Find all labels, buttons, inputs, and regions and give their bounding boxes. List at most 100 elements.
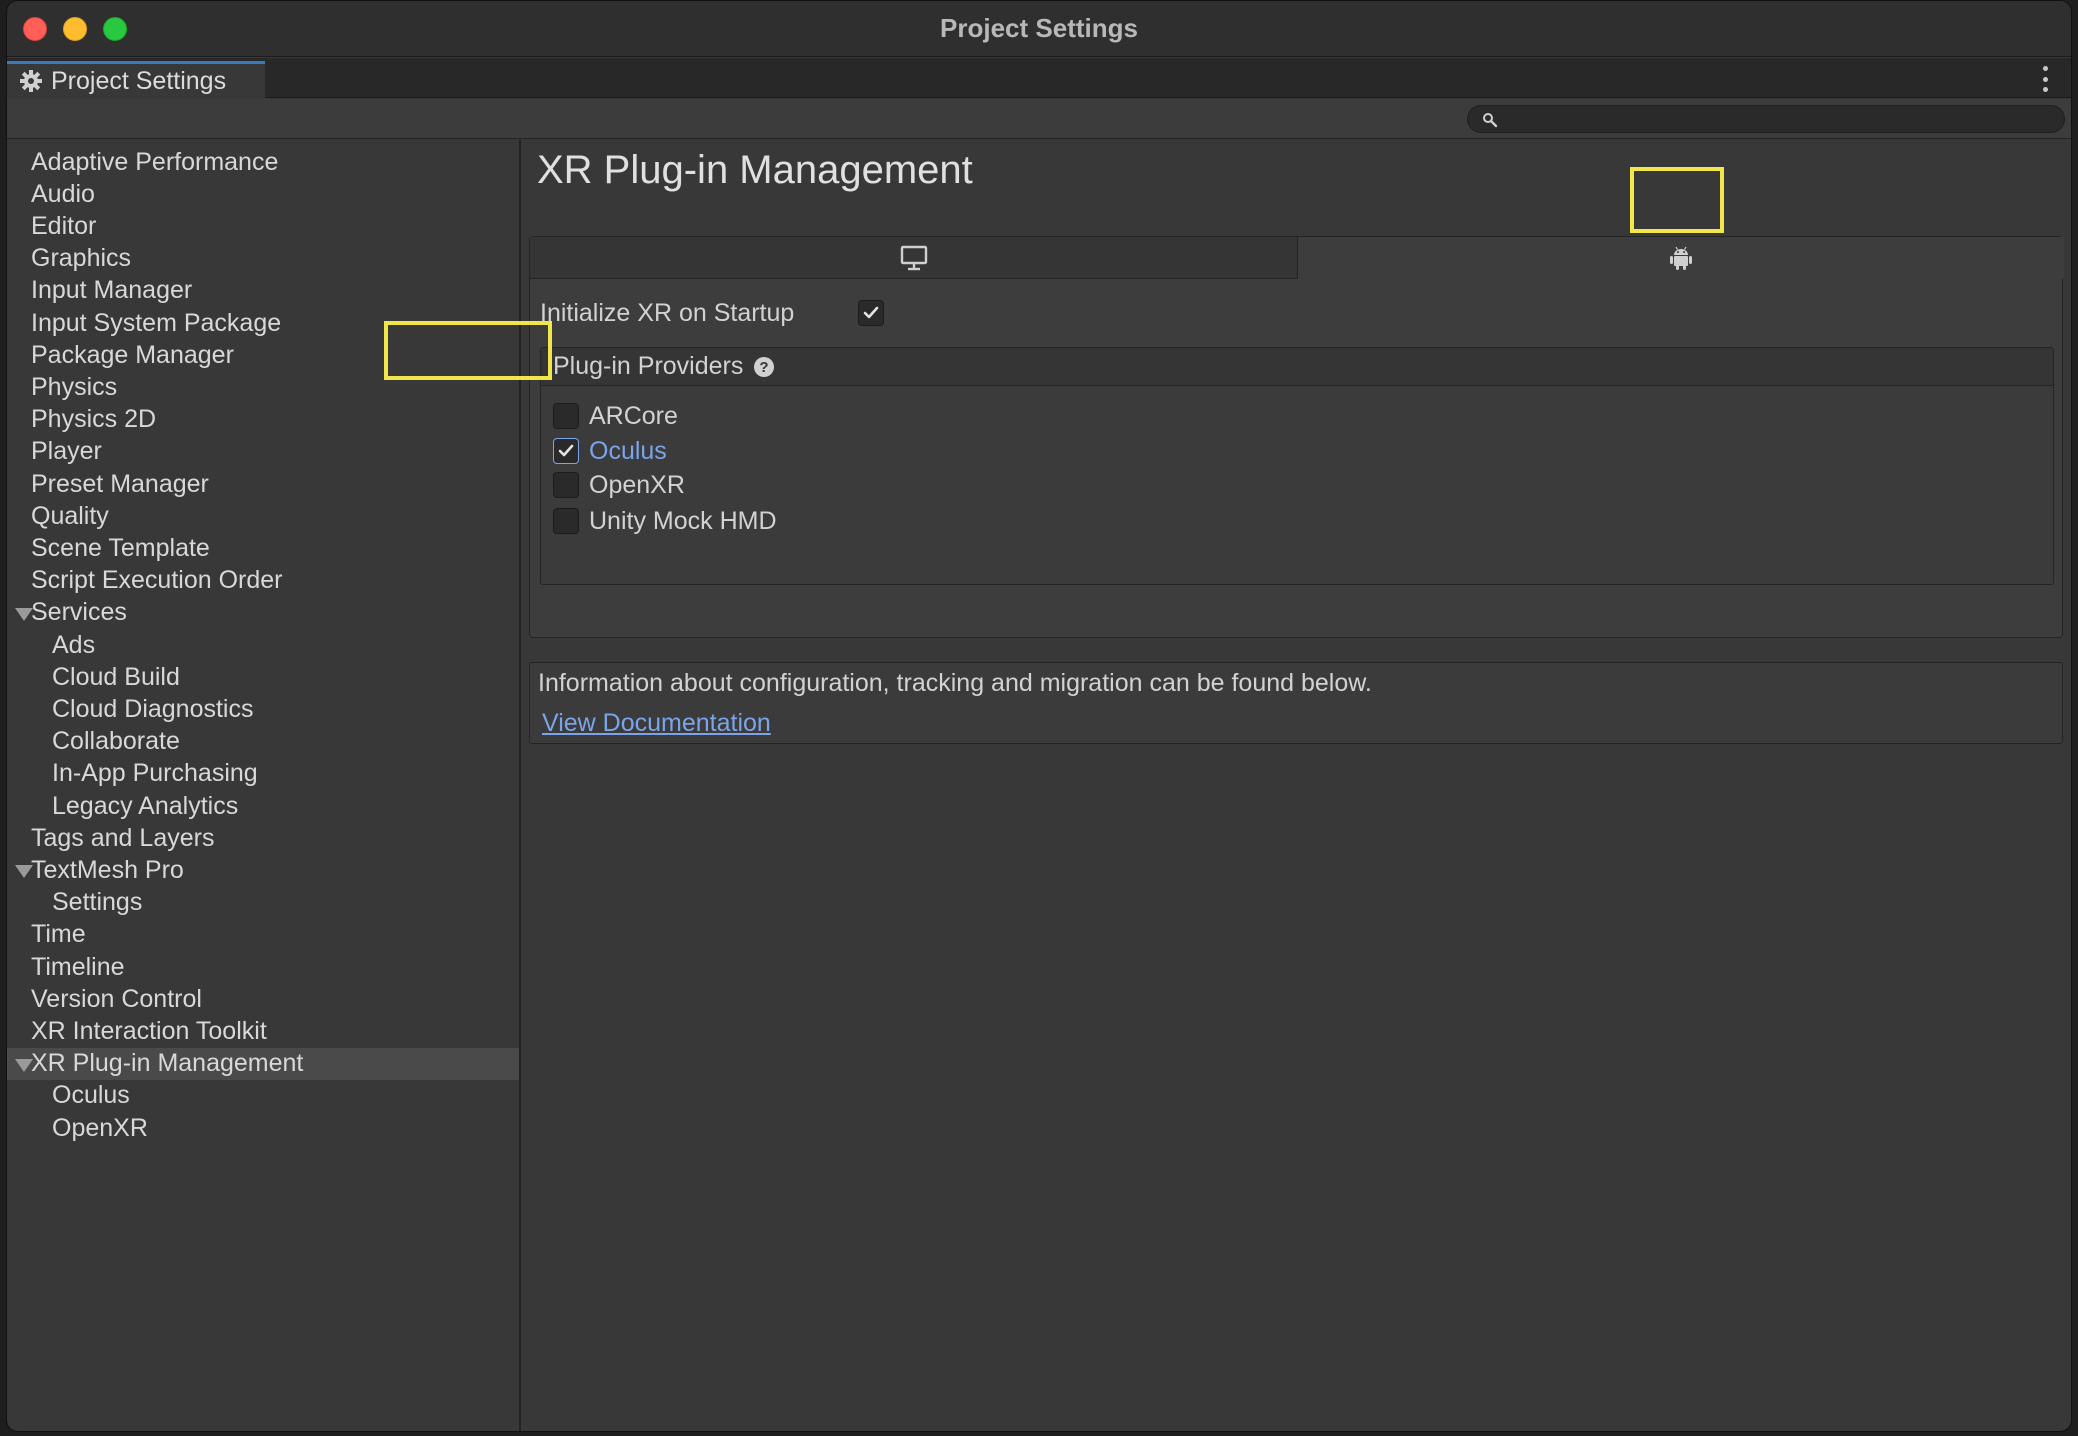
sidebar-item-label: TextMesh Pro xyxy=(31,855,184,884)
sidebar-item-label: Time xyxy=(31,920,86,949)
sidebar-item-label: OpenXR xyxy=(52,1113,148,1142)
sidebar-item[interactable]: Oculus xyxy=(7,1080,519,1112)
sidebar-item[interactable]: XR Interaction Toolkit xyxy=(7,1015,519,1047)
sidebar-item-label: Physics 2D xyxy=(31,405,157,434)
sidebar-item-label: Audio xyxy=(31,179,95,208)
info-text: Information about configuration, trackin… xyxy=(538,669,1372,697)
sidebar-item[interactable]: OpenXR xyxy=(7,1112,519,1144)
sidebar-item[interactable]: Scene Template xyxy=(7,532,519,564)
sidebar-item[interactable]: Quality xyxy=(7,500,519,532)
oculus-highlight xyxy=(384,321,552,380)
monitor-icon xyxy=(900,245,927,270)
tab-android[interactable] xyxy=(1298,237,2064,279)
platform-tabs xyxy=(530,237,2064,279)
tab-label: Project Settings xyxy=(51,66,227,95)
sidebar-item-label: Package Manager xyxy=(31,340,234,369)
checkmark-icon xyxy=(558,444,574,457)
sidebar-item[interactable]: Input Manager xyxy=(7,275,519,307)
provider-label: Oculus xyxy=(589,436,667,465)
provider-row[interactable]: Unity Mock HMD xyxy=(553,505,777,537)
svg-text:?: ? xyxy=(760,359,769,376)
sidebar-item-label: Input System Package xyxy=(31,308,282,337)
sidebar-item[interactable]: Version Control xyxy=(7,983,519,1015)
tab-standalone[interactable] xyxy=(530,237,1298,279)
window-title: Project Settings xyxy=(940,13,1138,43)
sidebar-item[interactable]: Timeline xyxy=(7,951,519,983)
sidebar-item-label: Scene Template xyxy=(31,533,210,562)
platform-settings-panel: Initialize XR on Startup Plug-in Provide… xyxy=(529,236,2064,638)
provider-checkbox[interactable] xyxy=(553,472,579,498)
sidebar-item[interactable]: Settings xyxy=(7,887,519,919)
sidebar-item-label: Collaborate xyxy=(52,727,180,756)
sidebar-item-label: Tags and Layers xyxy=(31,823,215,852)
sidebar-item[interactable]: Ads xyxy=(7,629,519,661)
sidebar-item-label: Cloud Diagnostics xyxy=(52,694,254,723)
sidebar-item-label: XR Plug-in Management xyxy=(31,1049,304,1078)
sidebar-item[interactable]: Preset Manager xyxy=(7,468,519,500)
sidebar-item[interactable]: Legacy Analytics xyxy=(7,790,519,822)
sidebar-item[interactable]: Script Execution Order xyxy=(7,565,519,597)
sidebar-item[interactable]: Cloud Build xyxy=(7,661,519,693)
sidebar-item-label: Cloud Build xyxy=(52,662,180,691)
plugin-providers-title: Plug-in Providers xyxy=(553,352,744,380)
provider-checkbox[interactable] xyxy=(553,508,579,534)
sidebar-item[interactable]: Player xyxy=(7,436,519,468)
sidebar-item-label: Quality xyxy=(31,501,109,530)
sidebar-item[interactable]: Audio xyxy=(7,178,519,210)
sidebar-item[interactable]: Graphics xyxy=(7,243,519,275)
view-documentation-link[interactable]: View Documentation xyxy=(542,709,771,738)
tab-strip: Project Settings xyxy=(7,58,2071,98)
sidebar-item-label: Graphics xyxy=(31,244,132,273)
sidebar-item[interactable]: Adaptive Performance xyxy=(7,146,519,178)
tab-project-settings[interactable]: Project Settings xyxy=(7,61,265,98)
sidebar-item[interactable]: In-App Purchasing xyxy=(7,758,519,790)
sidebar-item[interactable]: Time xyxy=(7,919,519,951)
sidebar-item-label: Physics xyxy=(31,372,118,401)
provider-label: OpenXR xyxy=(589,470,685,499)
provider-row[interactable]: Oculus xyxy=(553,435,667,467)
sidebar-item-label: Script Execution Order xyxy=(31,566,283,595)
sidebar-item-label: XR Interaction Toolkit xyxy=(31,1016,267,1045)
sidebar-item-label: Editor xyxy=(31,211,97,240)
sidebar-item[interactable]: XR Plug-in Management xyxy=(7,1047,519,1080)
provider-row[interactable]: ARCore xyxy=(553,400,678,432)
main-panel: XR Plug-in Management Initialize XR on S… xyxy=(523,140,2071,1431)
initialize-xr-label: Initialize XR on Startup xyxy=(540,298,795,327)
plugin-providers-box: Plug-in Providers ? ARCore Oculus OpenXR Un… xyxy=(540,347,2054,585)
provider-label: ARCore xyxy=(589,401,678,430)
sidebar-item-label: Oculus xyxy=(52,1081,130,1110)
sidebar-item[interactable]: Services xyxy=(7,597,519,629)
sidebar-item-label: Services xyxy=(31,598,127,627)
documentation-info-box: Information about configuration, trackin… xyxy=(529,662,2063,744)
provider-label: Unity Mock HMD xyxy=(589,506,777,535)
initialize-xr-checkbox[interactable] xyxy=(858,300,884,326)
help-icon[interactable]: ? xyxy=(753,356,775,378)
page-title: XR Plug-in Management xyxy=(537,148,973,192)
gear-icon xyxy=(20,70,42,92)
title-bar: Project Settings xyxy=(7,1,2071,57)
search-field[interactable] xyxy=(1467,105,2065,133)
provider-row[interactable]: OpenXR xyxy=(553,469,685,501)
sidebar-item-label: Settings xyxy=(52,888,143,917)
project-settings-window: Project Settings Project Settings Adapti… xyxy=(6,0,2072,1432)
sidebar-item-label: Preset Manager xyxy=(31,469,209,498)
sidebar-item[interactable]: TextMesh Pro xyxy=(7,854,519,886)
android-icon xyxy=(1670,246,1692,270)
sidebar-item-label: Adaptive Performance xyxy=(31,147,279,176)
sidebar-item-label: Version Control xyxy=(31,984,202,1013)
sidebar-item[interactable]: Tags and Layers xyxy=(7,822,519,854)
sidebar-item-label: Input Manager xyxy=(31,276,193,305)
sidebar-item-label: Ads xyxy=(52,630,96,659)
provider-checkbox[interactable] xyxy=(553,438,579,464)
sidebar-item-label: Player xyxy=(31,437,102,466)
sidebar-item[interactable]: Editor xyxy=(7,210,519,242)
sidebar-item[interactable]: Physics 2D xyxy=(7,404,519,436)
plugin-providers-header: Plug-in Providers ? xyxy=(541,348,2053,386)
sidebar-item[interactable]: Cloud Diagnostics xyxy=(7,693,519,725)
more-options-icon[interactable] xyxy=(2041,66,2049,92)
sidebar-item[interactable]: Collaborate xyxy=(7,726,519,758)
search-input[interactable] xyxy=(1506,107,2046,131)
sidebar-item-label: In-App Purchasing xyxy=(52,759,258,788)
provider-checkbox[interactable] xyxy=(553,403,579,429)
android-tab-highlight xyxy=(1630,167,1724,233)
